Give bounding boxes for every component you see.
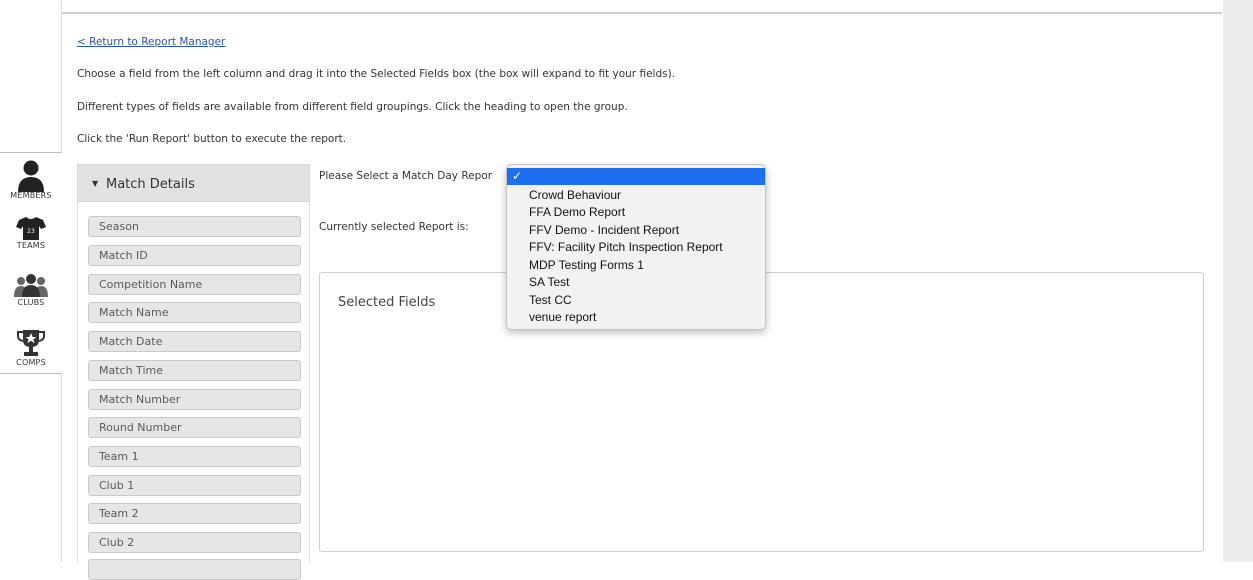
member-icon: [18, 160, 44, 192]
dropdown-option[interactable]: MDP Testing Forms 1: [507, 257, 765, 274]
field-club-2[interactable]: Club 2: [88, 532, 301, 553]
jersey-number: 23: [27, 228, 35, 235]
field-team-1[interactable]: Team 1: [88, 446, 301, 467]
group-title: Match Details: [106, 177, 195, 192]
current-report-label: Currently selected Report is:: [319, 221, 469, 233]
instruction-drag-fields: Choose a field from the left column and …: [77, 68, 676, 80]
nav-members[interactable]: MEMBERS: [0, 158, 62, 200]
dropdown-option[interactable]: FFV: Facility Pitch Inspection Report: [507, 239, 765, 256]
return-to-report-manager-link[interactable]: < Return to Report Manager: [77, 36, 225, 48]
caret-down-icon: ▼: [92, 179, 99, 188]
match-day-report-label: Please Select a Match Day Repor: [319, 170, 493, 182]
dropdown-option[interactable]: Crowd Behaviour: [507, 187, 765, 204]
dropdown-option-blank[interactable]: ✓: [507, 168, 765, 185]
nav-members-label: MEMBERS: [10, 191, 52, 200]
field-match-name[interactable]: Match Name: [88, 302, 301, 323]
top-divider: [62, 12, 1222, 14]
instruction-field-groups: Different types of fields are available …: [77, 101, 628, 113]
field-match-date[interactable]: Match Date: [88, 331, 301, 352]
dropdown-option[interactable]: FFV Demo - Incident Report: [507, 222, 765, 239]
report-dropdown[interactable]: ✓ Crowd Behaviour FFA Demo Report FFV De…: [506, 164, 766, 330]
field-round-number[interactable]: Round Number: [88, 417, 301, 438]
nav-teams-label: TEAMS: [16, 241, 46, 250]
checkmark-icon: ✓: [512, 169, 523, 183]
field-season[interactable]: Season: [88, 216, 301, 237]
nav-clubs-label: CLUBS: [17, 298, 45, 307]
field-match-id[interactable]: Match ID: [88, 245, 301, 266]
field-next-partial[interactable]: [88, 559, 301, 580]
field-list: Season Match ID Competition Name Match N…: [77, 202, 310, 580]
field-club-1[interactable]: Club 1: [88, 475, 301, 496]
group-icon: [14, 274, 48, 297]
dropdown-option[interactable]: Test CC: [507, 292, 765, 309]
dropdown-option[interactable]: SA Test: [507, 274, 765, 291]
right-gutter: [1223, 0, 1253, 562]
trophy-icon: [17, 330, 45, 356]
selected-fields-title: Selected Fields: [338, 295, 436, 310]
nav-comps-label: COMPS: [16, 358, 46, 367]
field-match-time[interactable]: Match Time: [88, 360, 301, 381]
field-competition-name[interactable]: Competition Name: [88, 274, 301, 295]
instruction-run-report: Click the 'Run Report' button to execute…: [77, 133, 347, 145]
jersey-icon: 23: [16, 217, 46, 240]
field-team-2[interactable]: Team 2: [88, 503, 301, 524]
field-match-number[interactable]: Match Number: [88, 389, 301, 410]
nav-clubs[interactable]: CLUBS: [0, 273, 62, 307]
dropdown-option[interactable]: venue report: [507, 309, 765, 326]
side-nav: MEMBERS 23 TEAMS CLUBS COMPS: [0, 152, 62, 374]
group-header-match-details[interactable]: ▼ Match Details: [77, 164, 310, 202]
nav-comps[interactable]: COMPS: [0, 329, 62, 367]
field-group-panel: ▼ Match Details Season Match ID Competiti…: [77, 164, 310, 580]
nav-teams[interactable]: 23 TEAMS: [0, 216, 62, 250]
dropdown-option[interactable]: FFA Demo Report: [507, 204, 765, 221]
